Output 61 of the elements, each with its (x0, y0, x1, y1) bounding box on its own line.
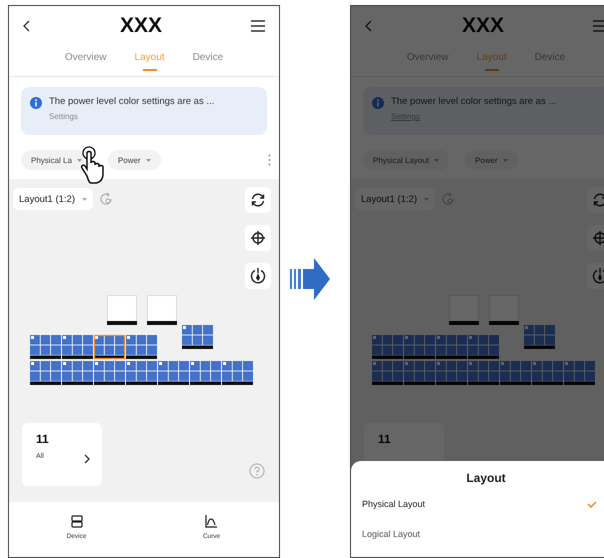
device-count: 11 (36, 432, 49, 446)
filter-chip[interactable]: Power (465, 150, 518, 170)
filter-chip[interactable]: Physical Layout (363, 150, 450, 170)
check-icon (587, 500, 597, 508)
solar-panel-group[interactable] (182, 324, 214, 349)
compass-icon (592, 267, 604, 285)
inverter-drawing (489, 295, 519, 325)
tab[interactable]: Overview (62, 46, 109, 68)
banner-text: The power level color settings are as ... (391, 96, 556, 107)
help-icon[interactable] (249, 463, 265, 479)
chevron-right-icon (84, 454, 90, 464)
layout-option[interactable]: Logical Layout (351, 528, 604, 540)
caret-icon (146, 158, 151, 162)
caret-icon (502, 158, 508, 162)
solar-panel-group[interactable] (30, 360, 62, 385)
device-count: 11 (378, 432, 391, 446)
solar-panel-group[interactable] (222, 360, 254, 385)
screen-title: XXX (120, 14, 162, 38)
compass-button[interactable] (245, 263, 271, 289)
refresh-icon (592, 192, 604, 208)
server-icon (70, 515, 82, 528)
settings-link[interactable]: Settings (49, 112, 78, 121)
banner-text: The power level color settings are as ... (49, 96, 214, 107)
inverter-drawing (449, 295, 479, 325)
menu-icon[interactable] (251, 20, 265, 32)
solar-panel-group[interactable] (190, 360, 222, 385)
caret-icon (424, 198, 429, 200)
solar-panel-group[interactable] (126, 334, 158, 359)
refresh-button[interactable] (245, 187, 271, 213)
locate-button[interactable] (245, 225, 271, 251)
crosshair-icon (592, 230, 604, 246)
more-icon[interactable] (268, 154, 271, 166)
layout-dropdown[interactable]: Layout1 (1:2) (13, 188, 93, 210)
solar-panel-group[interactable] (94, 360, 126, 385)
sheet-title: Layout (466, 471, 506, 485)
refresh-icon (250, 192, 266, 208)
right-arrow-icon (290, 257, 330, 301)
caret-icon (434, 158, 440, 162)
solar-panel-group[interactable] (126, 360, 158, 385)
solar-panel-group[interactable] (94, 334, 126, 360)
caret-icon (82, 198, 87, 200)
rotate-icon[interactable] (98, 192, 113, 206)
back-icon[interactable] (23, 20, 31, 32)
layout-option[interactable]: Physical Layout (351, 498, 604, 510)
inverter-drawing (107, 295, 137, 325)
crosshair-icon (250, 230, 266, 246)
tab[interactable]: Layout (132, 46, 167, 68)
caret-icon (76, 158, 82, 162)
solar-panel-group[interactable] (62, 360, 94, 385)
layout-dropdown[interactable]: Layout1 (1:2) (355, 188, 435, 210)
inverter-drawing (147, 295, 177, 325)
compass-icon (250, 267, 266, 285)
screen-title: XXX (462, 14, 504, 38)
solar-panel-group[interactable] (158, 360, 190, 385)
tab[interactable]: Device (190, 46, 226, 68)
info-icon (30, 97, 42, 109)
filter-chip[interactable]: Power (108, 150, 161, 170)
solar-panel-group[interactable] (62, 334, 94, 359)
solar-panel-group[interactable] (30, 334, 62, 359)
curve-icon (205, 515, 218, 528)
info-icon (372, 97, 384, 109)
